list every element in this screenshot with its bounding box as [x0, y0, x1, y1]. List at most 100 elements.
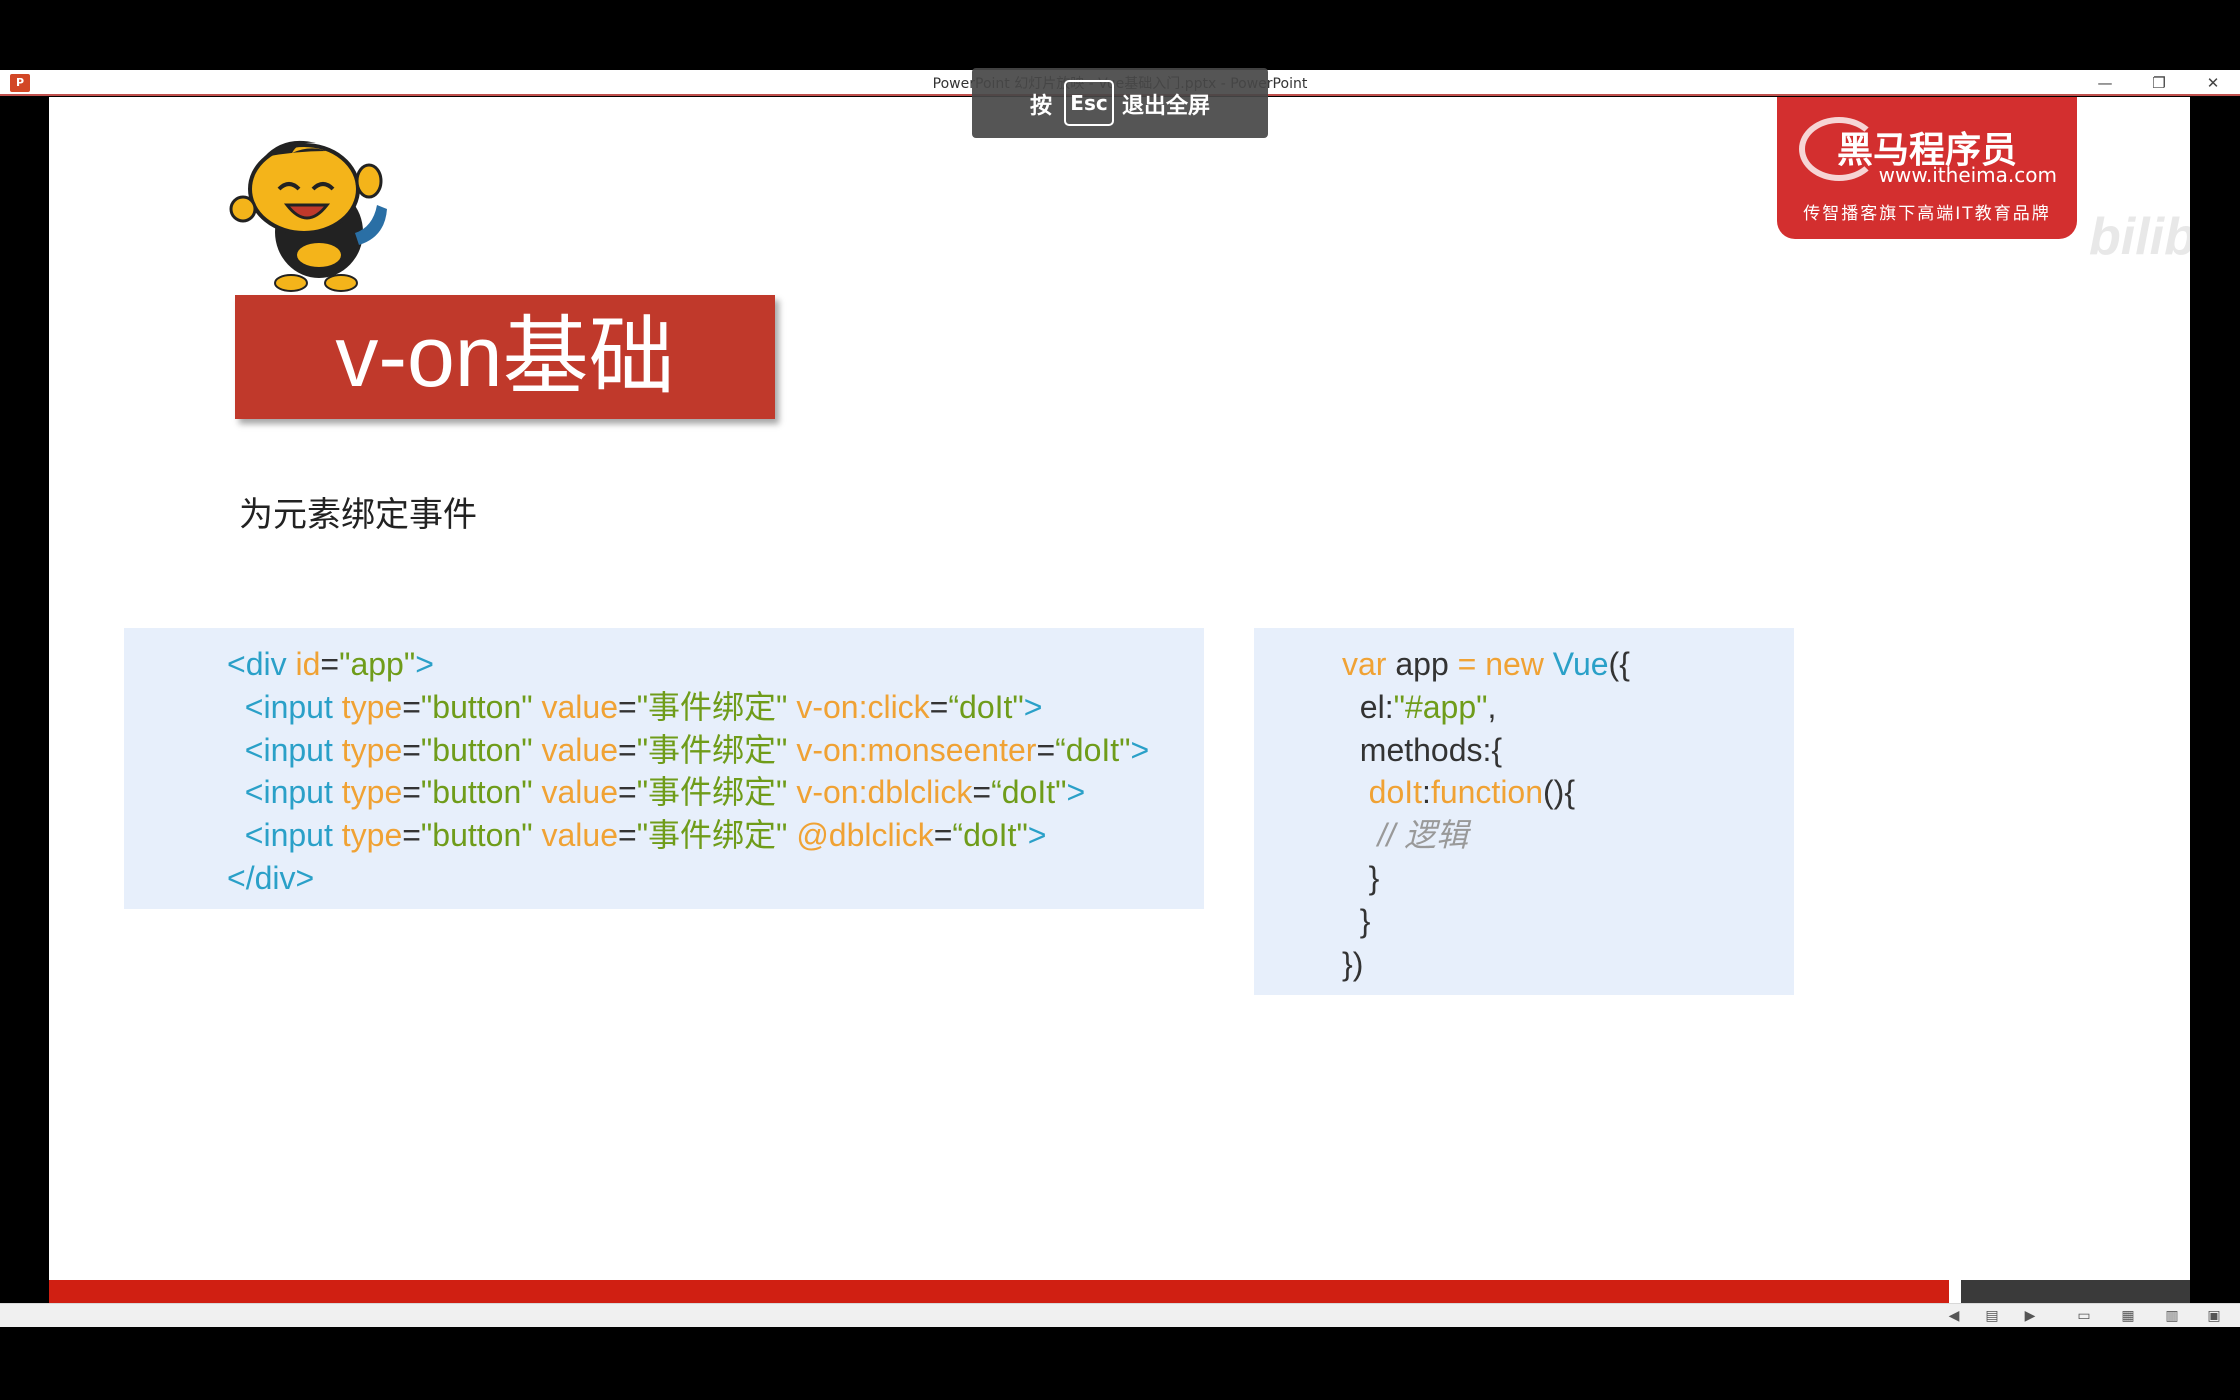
code-token: doIt [1368, 774, 1423, 811]
code-token: type [341, 817, 403, 854]
code-token: v-on:click [796, 688, 930, 725]
code-token: <input [227, 774, 342, 811]
code-token: methods:{ [1342, 731, 1503, 768]
code-token: = [1036, 731, 1056, 768]
code-token: = [618, 774, 637, 811]
slide: v-on基础 为元素绑定事件 <div id="app"> <input typ… [49, 97, 2190, 1303]
notes-icon[interactable]: ▤ [1984, 1308, 2000, 1324]
code-token: value [541, 688, 619, 725]
code-token: “doIt" [948, 688, 1024, 725]
code-line: }) [1342, 943, 1794, 986]
slideshow-view-icon[interactable]: ▣ [2206, 1308, 2222, 1324]
code-line: <input type="button" value="事件绑定" v-on:c… [227, 686, 1204, 729]
code-token: <input [227, 731, 342, 768]
code-token: } [1342, 902, 1371, 939]
code-token: = [1457, 646, 1486, 682]
code-line: } [1342, 857, 1794, 900]
code-token: = [933, 817, 953, 854]
code-token: “doIt" [1055, 731, 1131, 768]
code-token: } [1342, 859, 1380, 896]
code-token: = [618, 688, 637, 725]
code-token: > [1066, 774, 1086, 811]
code-token: value [541, 731, 619, 768]
code-line: methods:{ [1342, 729, 1794, 772]
code-token: ({ [1608, 646, 1630, 682]
logo-tagline: 传智播客旗下高端IT教育品牌 [1803, 204, 2051, 224]
reading-view-icon[interactable]: ▥ [2164, 1308, 2180, 1324]
code-token: : [1422, 774, 1431, 811]
code-token: = [618, 817, 637, 854]
status-bar: ◀ ▤ ▶ ▭ ▦ ▥ ▣ [0, 1303, 2240, 1327]
code-token: // 逻辑 [1342, 817, 1469, 854]
code-token: = [618, 731, 637, 768]
bilibili-watermark: bilibili [2089, 208, 2190, 266]
code-token: v-on:monseenter [796, 731, 1037, 768]
code-line: el:"#app", [1342, 686, 1794, 729]
code-token: (){ [1543, 774, 1576, 811]
code-token: > [1130, 731, 1150, 768]
code-token: "事件绑定" [636, 774, 797, 811]
code-token: v-on:dblclick [796, 774, 973, 811]
code-token: var [1342, 646, 1396, 682]
code-line: <input type="button" value="事件绑定" v-on:d… [227, 771, 1204, 814]
code-token: = [402, 731, 421, 768]
itheima-logo: 黑马程序员 www.itheima.com 传智播客旗下高端IT教育品牌 [1777, 97, 2077, 239]
esc-hint-press: 按 [1030, 94, 1053, 119]
code-token: <input [227, 688, 342, 725]
code-token: > [415, 646, 434, 682]
code-line: <input type="button" value="事件绑定" @dblcl… [227, 814, 1204, 857]
restore-button[interactable]: ❐ [2136, 70, 2182, 96]
code-token: > [1023, 688, 1043, 725]
code-line: <input type="button" value="事件绑定" v-on:m… [227, 729, 1204, 772]
code-token: = [402, 817, 421, 854]
code-token: = [972, 774, 992, 811]
html-code-block: <div id="app"> <input type="button" valu… [124, 628, 1204, 909]
js-code-block: var app = new Vue({ el:"#app", methods:{… [1254, 628, 1794, 995]
next-slide-icon[interactable]: ▶ [2022, 1308, 2038, 1324]
code-token: }) [1342, 945, 1364, 982]
code-token: value [541, 774, 619, 811]
code-token: “doIt" [952, 817, 1028, 854]
code-token: “doIt" [991, 774, 1067, 811]
code-token: "事件绑定" [636, 817, 797, 854]
footer-dark-bar [1961, 1280, 2190, 1303]
minimize-button[interactable]: — [2082, 70, 2128, 96]
code-token: </div> [227, 859, 315, 896]
code-line: // 逻辑 [1342, 814, 1794, 857]
logo-url: www.itheima.com [1878, 163, 2057, 187]
code-token: el: [1342, 688, 1394, 725]
code-token: = [320, 646, 340, 682]
code-token: app [1395, 646, 1458, 682]
esc-key-icon: Esc [1064, 80, 1114, 126]
code-token: , [1487, 688, 1497, 725]
code-token: <div [227, 646, 296, 682]
code-token: = [402, 688, 421, 725]
code-line: } [1342, 900, 1794, 943]
code-token: "button" [420, 817, 542, 854]
code-line: <div id="app"> [227, 643, 1204, 686]
code-token: "事件绑定" [636, 688, 797, 725]
code-line: var app = new Vue({ [1342, 643, 1794, 686]
code-token: <input [227, 817, 342, 854]
code-token: > [1027, 817, 1047, 854]
code-token: = [929, 688, 949, 725]
mascot-monkey-icon [229, 140, 387, 292]
slide-title: v-on基础 [335, 309, 675, 405]
code-token: function [1430, 774, 1544, 811]
code-token: type [341, 731, 403, 768]
previous-slide-icon[interactable]: ◀ [1946, 1308, 1962, 1324]
code-token: value [541, 817, 619, 854]
code-token: type [341, 774, 403, 811]
code-token: id [295, 646, 321, 682]
slide-sorter-icon[interactable]: ▦ [2120, 1308, 2136, 1324]
close-button[interactable]: ✕ [2190, 70, 2236, 96]
footer-red-bar [49, 1280, 1949, 1303]
normal-view-icon[interactable]: ▭ [2076, 1308, 2092, 1324]
code-line: </div> [227, 857, 1204, 900]
slide-title-box: v-on基础 [235, 295, 775, 419]
esc-hint-exit: 退出全屏 [1122, 94, 1211, 119]
code-token: "事件绑定" [636, 731, 797, 768]
code-line: doIt:function(){ [1342, 771, 1794, 814]
code-token: new [1485, 646, 1553, 682]
